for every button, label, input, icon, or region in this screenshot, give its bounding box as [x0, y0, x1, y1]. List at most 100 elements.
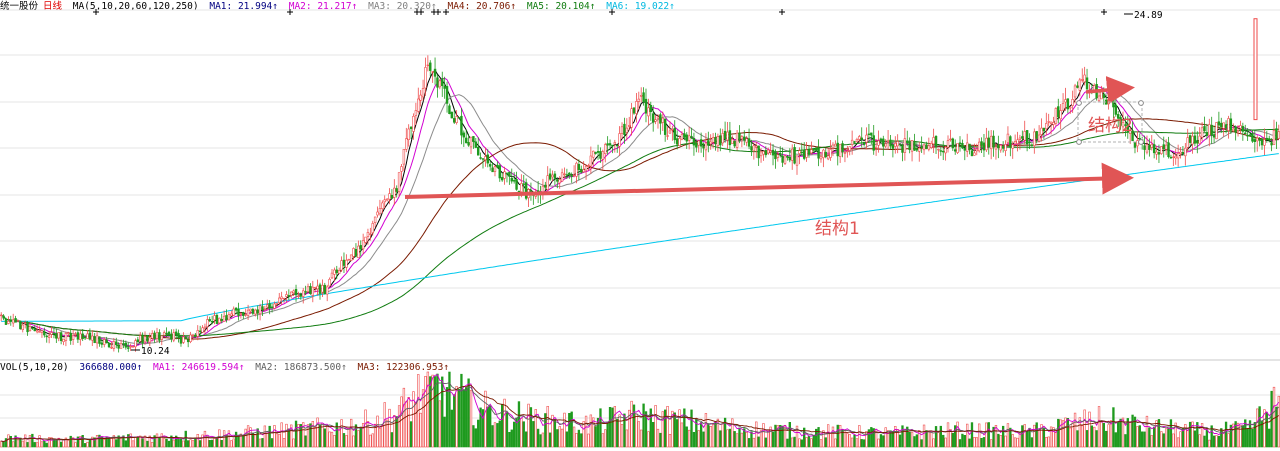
volume-bar [234, 431, 238, 448]
volume-bar [16, 439, 20, 448]
volume-bar [21, 440, 24, 448]
volume-bar [563, 412, 566, 448]
volume-bar [759, 430, 763, 448]
candle-body [388, 193, 391, 200]
volume-bar [1272, 386, 1276, 448]
volume-bar [258, 438, 262, 448]
candle-body [198, 330, 202, 332]
candle-body [1037, 134, 1041, 142]
volume-bar [376, 415, 379, 448]
candle-body [903, 138, 907, 153]
volume-bar [1143, 431, 1146, 448]
volume-bar [59, 441, 63, 448]
candle-body [433, 68, 437, 77]
candle-body [1181, 152, 1185, 154]
volume-bar [155, 433, 159, 448]
volume-bar [493, 422, 497, 448]
candle-body [925, 144, 928, 150]
volume-bar [282, 438, 286, 448]
candle-body [1179, 151, 1182, 154]
volume-bar [460, 373, 463, 448]
candle-body [1263, 139, 1266, 146]
volume-bar [898, 434, 902, 448]
candle-body [666, 135, 669, 137]
candle-body [366, 232, 370, 237]
volume-bar [340, 419, 343, 448]
volume-bar [481, 409, 485, 448]
candle-body [568, 172, 571, 175]
volume-bar [338, 428, 341, 448]
candle-body [970, 150, 974, 157]
candle-body [762, 151, 765, 155]
candle-body [944, 147, 947, 154]
volume-bar [805, 437, 808, 448]
candle-body [64, 333, 68, 341]
candle-body [1013, 141, 1017, 145]
volume-bar [88, 439, 92, 448]
candle-body [1212, 134, 1216, 138]
candle-body [743, 136, 746, 141]
candle-body [1078, 79, 1082, 91]
candle-body [587, 165, 590, 167]
candle-body [455, 116, 458, 123]
candle-body [345, 259, 348, 268]
volume-bar [1045, 436, 1048, 448]
volume-bar [1268, 428, 1271, 448]
candle-body [767, 149, 770, 154]
volume-bar [966, 423, 969, 448]
candle-body [1030, 144, 1034, 146]
structure2-handle-bl[interactable] [1076, 139, 1082, 145]
candle-body [656, 116, 660, 119]
candle-body [1239, 125, 1242, 129]
volume-bar [251, 432, 255, 448]
candle-body [1109, 99, 1113, 101]
volume-bar [970, 422, 974, 448]
candle-body [151, 333, 154, 339]
structure2-handle-tl[interactable] [1076, 100, 1082, 106]
candle-body [153, 332, 156, 340]
candle-body [1227, 118, 1230, 131]
candle-body [196, 330, 199, 337]
stock-chart[interactable]: 结构1 结构2 24.89 10.24 [0, 0, 1280, 451]
volume-bar [222, 430, 226, 448]
candle-body [162, 332, 166, 336]
candle-body [83, 336, 87, 339]
candle-body [1049, 121, 1053, 124]
volume-bar [467, 378, 470, 448]
volume-bar [1167, 428, 1170, 448]
volume-bar [1057, 418, 1060, 448]
volume-bar [618, 414, 621, 448]
volume-bar [747, 438, 751, 448]
structure2-handle-tr[interactable] [1138, 100, 1144, 106]
volume-bar [431, 374, 434, 448]
structure2-handle-br[interactable] [1138, 139, 1144, 145]
candle-body [668, 130, 672, 134]
candle-body [390, 195, 394, 199]
candle-body [685, 134, 688, 142]
candle-body [975, 148, 978, 152]
candle-body [237, 308, 240, 316]
candle-body [961, 143, 964, 149]
volume-bar [160, 433, 163, 448]
volume-bar [31, 433, 34, 448]
volume-bar [67, 439, 70, 448]
volume-bar [19, 437, 22, 448]
candle-body [663, 118, 667, 135]
candle-body [786, 156, 789, 158]
candle-body [702, 145, 705, 149]
volume-bar [632, 404, 636, 448]
volume-bar [182, 440, 185, 448]
volume-bar [728, 428, 732, 448]
candle-body [946, 140, 950, 148]
candle-body [256, 309, 259, 314]
candle-body [575, 162, 578, 177]
volume-bar [1193, 430, 1197, 448]
volume-bar [937, 432, 940, 448]
candle-body [294, 288, 298, 296]
candle-body [565, 174, 569, 176]
candle-body [436, 77, 439, 88]
volume-bar [786, 438, 789, 448]
candle-body [740, 136, 744, 140]
candle-body [146, 336, 149, 342]
volume-bar [1186, 430, 1189, 448]
